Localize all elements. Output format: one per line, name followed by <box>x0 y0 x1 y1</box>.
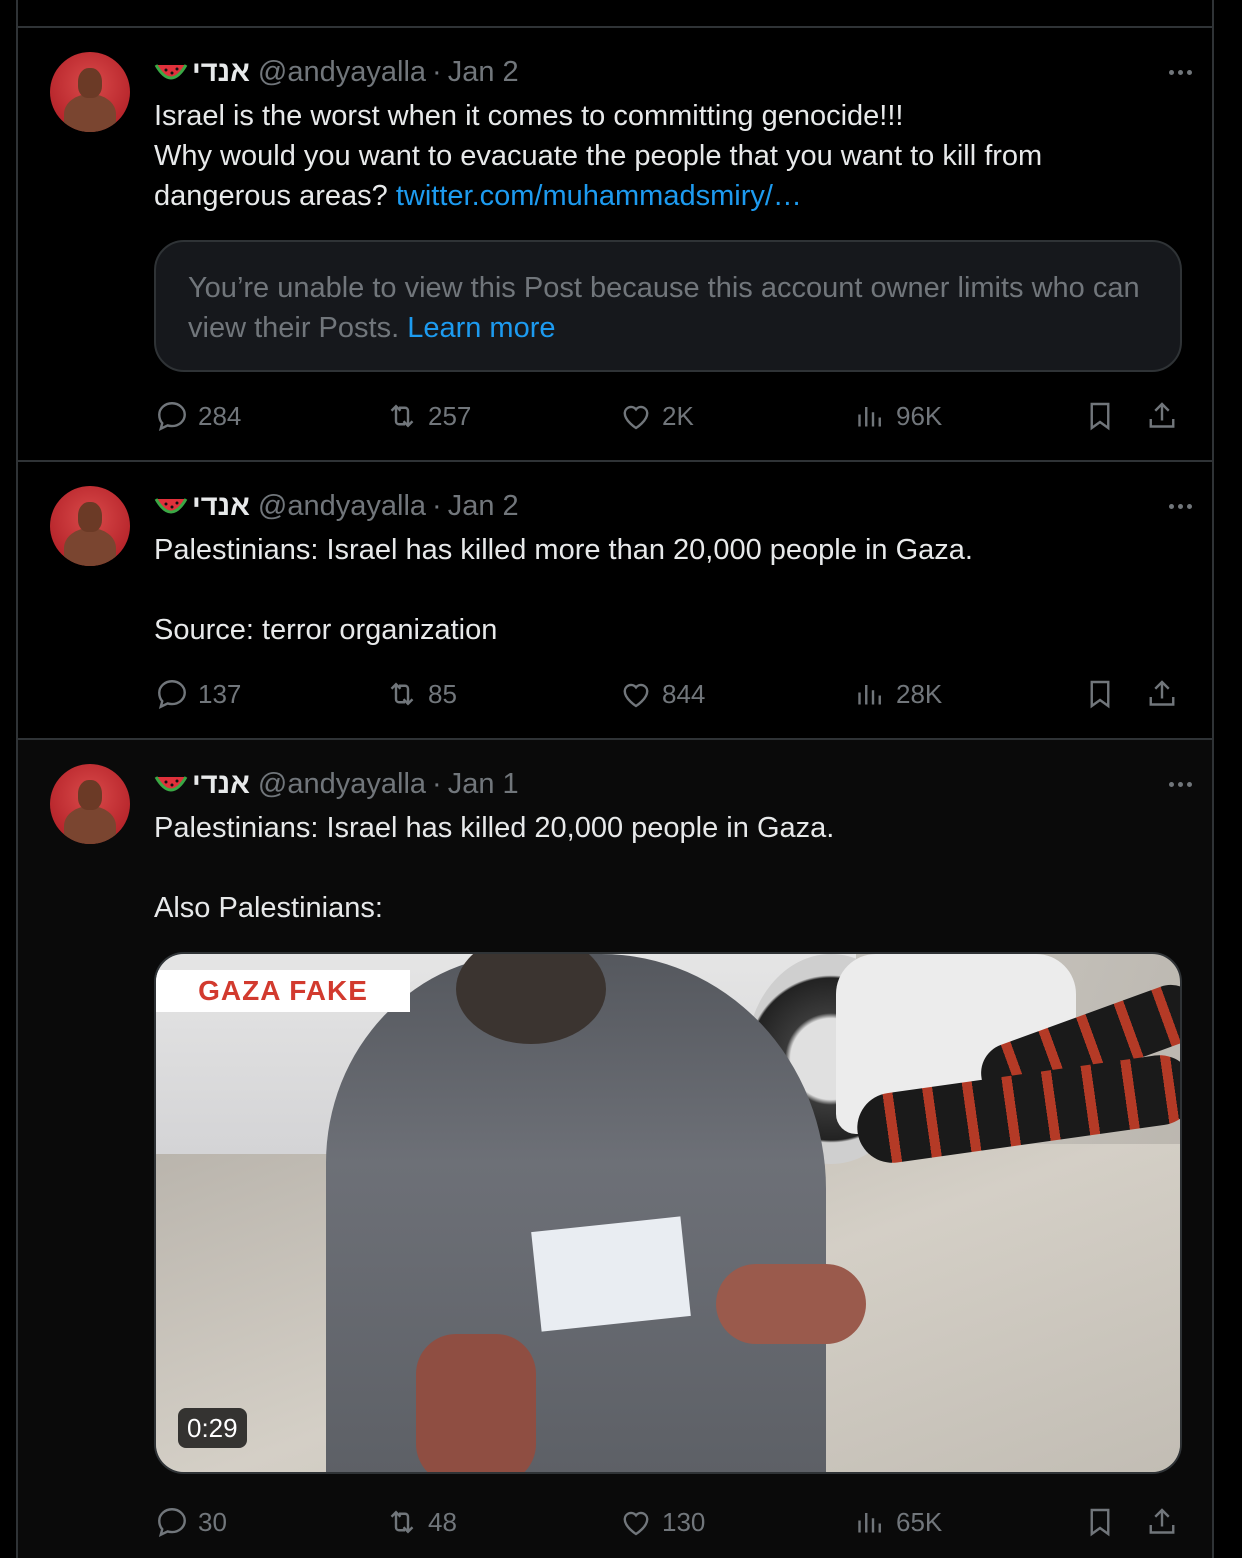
reply-button[interactable]: 30 <box>154 1502 227 1542</box>
post-text: Israel is the worst when it comes to com… <box>154 96 1152 216</box>
bookmark-icon <box>1090 402 1110 431</box>
handle[interactable]: @andyayalla <box>258 56 426 89</box>
post[interactable]: אנדי @andyayalla · Jan 2 Israel is the w… <box>18 28 1212 462</box>
action-bar: 30 48 130 65K <box>154 1502 1184 1542</box>
like-button[interactable]: 844 <box>618 674 705 714</box>
heart-icon <box>623 1511 649 1536</box>
views-button[interactable]: 96K <box>852 396 942 436</box>
views-icon <box>858 1513 881 1533</box>
post-header: אנדי @andyayalla · Jan 2 <box>154 486 1172 526</box>
repost-count: 257 <box>428 400 472 431</box>
reply-count: 30 <box>198 1506 227 1537</box>
learn-more-link[interactable]: Learn more <box>407 312 555 344</box>
reply-button[interactable]: 284 <box>154 396 241 436</box>
heart-icon <box>623 405 649 430</box>
post-date[interactable]: Jan 2 <box>448 490 519 523</box>
repost-button[interactable]: 48 <box>384 1502 457 1542</box>
watermelon-icon <box>154 495 188 517</box>
post-text: Palestinians: Israel has killed 20,000 p… <box>154 812 835 924</box>
watermelon-icon <box>154 61 188 83</box>
separator: · <box>432 489 442 522</box>
bookmark-icon <box>1090 680 1110 709</box>
bookmark-button[interactable] <box>1082 1502 1126 1542</box>
post[interactable]: אנדי @andyayalla · Jan 2 Palestinians: I… <box>18 462 1212 740</box>
reply-count: 284 <box>198 400 242 431</box>
action-bar: 284 257 2K 96K <box>154 396 1184 436</box>
share-button[interactable] <box>1144 1502 1188 1542</box>
post-date[interactable]: Jan 1 <box>448 768 519 801</box>
like-button[interactable]: 130 <box>618 1502 705 1542</box>
media-caption-label: GAZA FAKE <box>156 970 410 1012</box>
post-text: Palestinians: Israel has killed more tha… <box>154 534 973 646</box>
reply-icon <box>158 680 186 709</box>
post-link[interactable]: twitter.com/muhammadsmiry/… <box>396 180 802 212</box>
views-icon <box>858 407 881 427</box>
repost-icon <box>390 1510 414 1534</box>
views-count: 96K <box>896 400 943 431</box>
timeline: אנדי @andyayalla · Jan 2 Israel is the w… <box>16 0 1214 1558</box>
quote-card[interactable]: You’re unable to view this Post because … <box>154 240 1182 372</box>
display-name[interactable]: אנדי <box>192 490 250 523</box>
views-icon <box>858 685 881 705</box>
repost-count: 85 <box>428 678 457 709</box>
display-name[interactable]: אנדי <box>192 56 250 89</box>
post-header: אנדי @andyayalla · Jan 1 <box>154 764 1172 804</box>
views-count: 28K <box>896 678 943 709</box>
heart-icon <box>623 683 649 708</box>
more-icon[interactable] <box>1162 770 1198 798</box>
repost-button[interactable]: 85 <box>384 674 457 714</box>
views-count: 65K <box>896 1506 943 1537</box>
share-button[interactable] <box>1144 396 1188 436</box>
post-date[interactable]: Jan 2 <box>448 56 519 89</box>
avatar[interactable] <box>50 52 130 132</box>
repost-button[interactable]: 257 <box>384 396 471 436</box>
separator: · <box>432 767 442 800</box>
bookmark-button[interactable] <box>1082 674 1126 714</box>
separator: · <box>432 55 442 88</box>
quote-notice: You’re unable to view this Post because … <box>188 272 1140 344</box>
share-icon <box>1149 1508 1175 1534</box>
avatar[interactable] <box>50 486 130 566</box>
repost-icon <box>390 682 414 706</box>
more-icon[interactable] <box>1162 58 1198 86</box>
views-button[interactable]: 28K <box>852 674 942 714</box>
post[interactable]: אנדי @andyayalla · Jan 1 Palestinians: I… <box>18 740 1212 1558</box>
handle[interactable]: @andyayalla <box>258 768 426 801</box>
share-button[interactable] <box>1144 674 1188 714</box>
bookmark-icon <box>1090 1508 1110 1537</box>
more-icon[interactable] <box>1162 492 1198 520</box>
watermelon-icon <box>154 773 188 795</box>
display-name[interactable]: אנדי <box>192 768 250 801</box>
reply-count: 137 <box>198 678 242 709</box>
video-player[interactable]: GAZA FAKE 0:29 <box>154 952 1182 1474</box>
repost-icon <box>390 404 414 428</box>
reply-icon <box>158 1508 186 1537</box>
post-header: אנדי @andyayalla · Jan 2 <box>154 52 1172 92</box>
like-count: 844 <box>662 678 706 709</box>
bookmark-button[interactable] <box>1082 396 1126 436</box>
like-count: 130 <box>662 1506 706 1537</box>
avatar[interactable] <box>50 764 130 844</box>
repost-count: 48 <box>428 1506 457 1537</box>
share-icon <box>1149 402 1175 428</box>
handle[interactable]: @andyayalla <box>258 490 426 523</box>
like-count: 2K <box>662 400 694 431</box>
share-icon <box>1149 680 1175 706</box>
video-duration: 0:29 <box>178 1408 247 1448</box>
reply-icon <box>158 402 186 431</box>
views-button[interactable]: 65K <box>852 1502 942 1542</box>
reply-button[interactable]: 137 <box>154 674 241 714</box>
like-button[interactable]: 2K <box>618 396 694 436</box>
action-bar: 137 85 844 28K <box>154 674 1184 714</box>
